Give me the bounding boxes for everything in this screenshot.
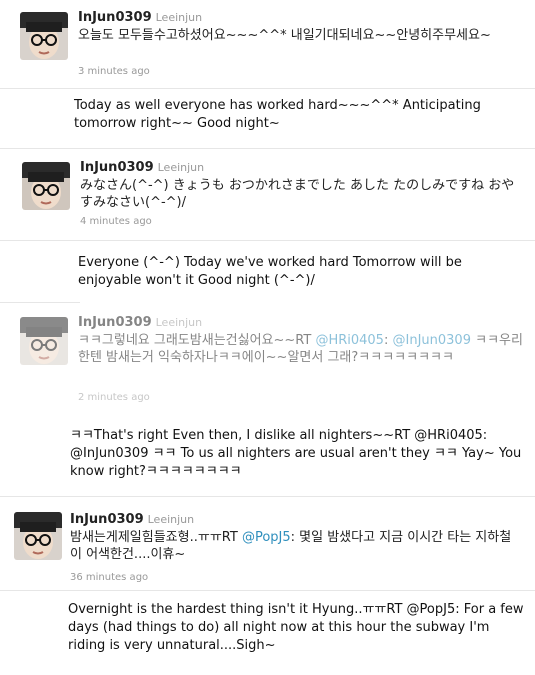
username[interactable]: InJun0309 Leeinjun [70,512,194,527]
real-name: Leeinjun [157,161,205,174]
divider [0,240,535,241]
avatar[interactable] [22,162,70,210]
mention-link[interactable]: @InJun0309 [393,333,471,348]
tweet-text: みなさん(^-^) きょうも おつかれさまでした あした たのしみですね おやす… [80,178,515,210]
translation-text: Today as well everyone has worked hard~~… [74,98,481,131]
tweet-text-part: 밤새는게제일힘들죠형..ㅠㅠRT [70,530,242,545]
tweet-4: InJun0309 Leeinjun 밤새는게제일힘들죠형..ㅠㅠRT @PopJ… [0,500,535,590]
tweet-text: ㅋㅋ그렇네요 그래도밤새는건싫어요~~RT @HRi0405: @InJun03… [78,332,523,366]
timestamp[interactable]: 36 minutes ago [70,572,148,583]
real-name: Leeinjun [155,316,203,329]
real-name: Leeinjun [147,513,195,526]
tweet-1: InJun0309 Leeinjun 오늘도 모두들수고하셨어요~~~^^* 내일… [0,0,535,90]
avatar[interactable] [20,317,68,365]
divider [0,88,535,89]
timestamp[interactable]: 4 minutes ago [80,216,152,227]
tweet-text: 밤새는게제일힘들죠형..ㅠㅠRT @PopJ5: 몇일 밤샜다고 지금 이시간 … [70,529,520,563]
divider [0,302,80,303]
username[interactable]: InJun0309 Leeinjun [78,10,202,25]
tweet-text: 오늘도 모두들수고하셨어요~~~^^* 내일기대되네요~~안녕히주무세요~ [78,28,491,43]
tweet-3: InJun0309 Leeinjun ㅋㅋ그렇네요 그래도밤새는건싫어요~~RT … [0,305,535,405]
translation-text: Everyone (^-^) Today we've worked hard T… [78,255,462,288]
tweet-text-part: : [383,333,389,348]
translation-text: Overnight is the hardest thing isn't it … [68,602,524,653]
translation-text: ㅋㅋThat's right Even then, I dislike all … [70,428,522,479]
tweet-2: InJun0309 Leeinjun みなさん(^-^) きょうも おつかれさまで… [0,150,535,240]
tweet-text-part: ㅋㅋ그렇네요 그래도밤새는건싫어요~~RT [78,333,316,348]
divider [0,590,535,591]
divider [0,496,535,497]
mention-link[interactable]: @HRi0405 [315,333,384,348]
avatar[interactable] [14,512,62,560]
timestamp[interactable]: 3 minutes ago [78,66,150,77]
avatar[interactable] [20,12,68,60]
timestamp[interactable]: 2 minutes ago [78,392,150,403]
username[interactable]: InJun0309 Leeinjun [78,315,202,330]
mention-link[interactable]: @PopJ5 [242,530,291,545]
username[interactable]: InJun0309 Leeinjun [80,160,204,175]
divider [0,148,535,149]
real-name: Leeinjun [155,11,203,24]
